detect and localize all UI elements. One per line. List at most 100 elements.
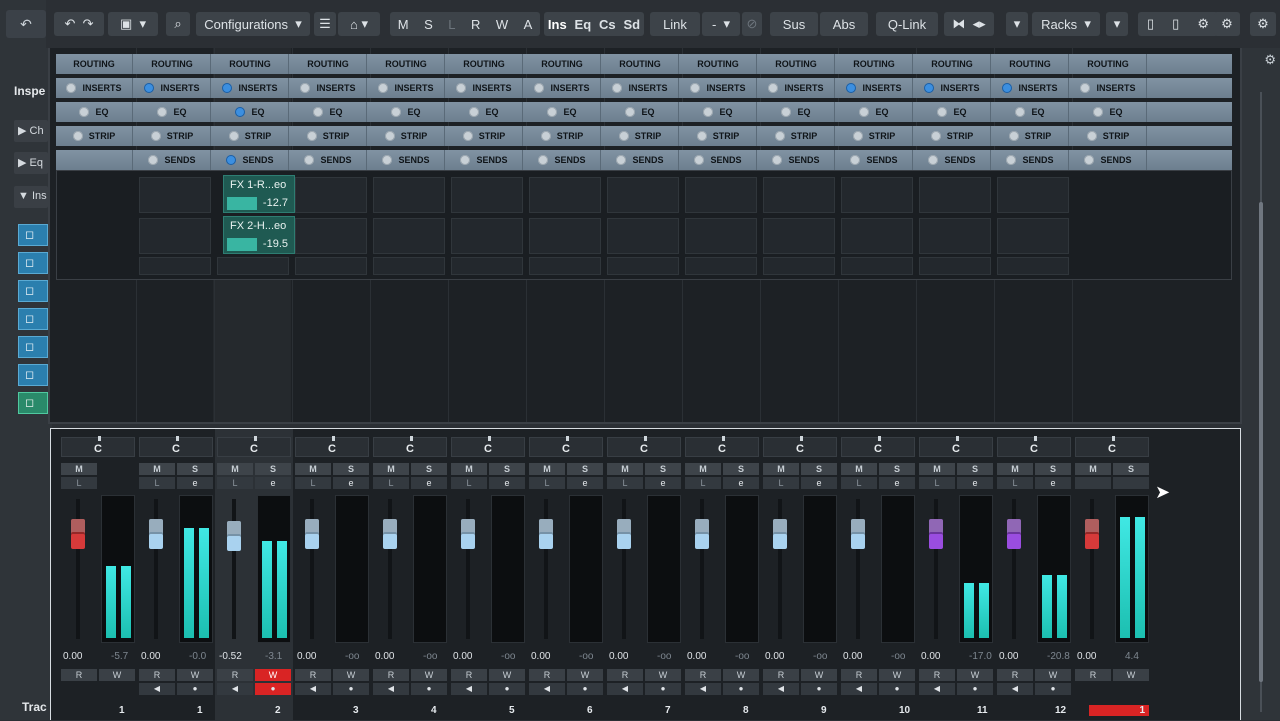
- pan-control[interactable]: C: [217, 436, 291, 457]
- eq-rack-toggle[interactable]: EQ: [56, 102, 133, 122]
- inserts-rack-toggle[interactable]: INSERTS: [680, 78, 757, 98]
- edit-channel-button[interactable]: e: [255, 477, 291, 489]
- monitor-icon[interactable]: ◀: [295, 683, 331, 695]
- routing-rack-toggle[interactable]: ROUTING: [446, 54, 523, 74]
- peak-value[interactable]: -20.8: [1047, 651, 1070, 662]
- sends-rack-toggle[interactable]: SENDS: [446, 150, 523, 170]
- peak-value[interactable]: -oo: [345, 651, 359, 662]
- write-automation-button[interactable]: W: [489, 669, 525, 681]
- volume-value[interactable]: 0.00: [609, 651, 628, 662]
- routing-rack-toggle[interactable]: ROUTING: [914, 54, 991, 74]
- eq-rack-toggle[interactable]: EQ: [134, 102, 211, 122]
- peak-value[interactable]: -5.7: [111, 651, 128, 662]
- listen-button[interactable]: [1075, 477, 1111, 489]
- monitor-icon[interactable]: ◀: [217, 683, 253, 695]
- edit-channel-button[interactable]: e: [645, 477, 681, 489]
- rack-enable-dot[interactable]: [694, 155, 705, 165]
- link-button[interactable]: Link: [650, 12, 700, 36]
- strip-rack-toggle[interactable]: STRIP: [134, 126, 211, 146]
- write-automation-button[interactable]: W: [177, 669, 213, 681]
- pan-control[interactable]: C: [841, 436, 915, 457]
- volume-fader[interactable]: [383, 519, 397, 549]
- peak-value[interactable]: -17.0: [969, 651, 992, 662]
- read-automation-button[interactable]: R: [373, 669, 409, 681]
- listen-button[interactable]: L: [685, 477, 721, 489]
- write-automation-button[interactable]: W: [99, 669, 135, 681]
- send-slot-empty[interactable]: [841, 257, 913, 275]
- read-automation-button[interactable]: R: [295, 669, 331, 681]
- volume-value[interactable]: 0.00: [1077, 651, 1096, 662]
- send-slot-empty[interactable]: [763, 177, 835, 213]
- rack-enable-dot[interactable]: [79, 107, 90, 117]
- write-automation-button[interactable]: W: [879, 669, 915, 681]
- record-enable-icon[interactable]: ●: [801, 683, 837, 695]
- suspend-button[interactable]: Sus: [770, 12, 818, 36]
- eq-rack-toggle[interactable]: EQ: [446, 102, 523, 122]
- right-zone-icon[interactable]: ▯: [1172, 16, 1179, 32]
- edit-channel-button[interactable]: e: [177, 477, 213, 489]
- routing-rack-toggle[interactable]: ROUTING: [1070, 54, 1147, 74]
- read-automation-button[interactable]: R: [1075, 669, 1111, 681]
- routing-rack-toggle[interactable]: ROUTING: [758, 54, 835, 74]
- listen-button[interactable]: L: [295, 477, 331, 489]
- rack-enable-dot[interactable]: [391, 107, 402, 117]
- listen-button[interactable]: L: [61, 477, 97, 489]
- write-automation-button[interactable]: W: [333, 669, 369, 681]
- eq-rack-toggle[interactable]: EQ: [290, 102, 367, 122]
- solo-button[interactable]: S: [1113, 463, 1149, 475]
- mute-button[interactable]: M: [139, 463, 175, 475]
- show-strip-button[interactable]: Cs: [599, 17, 616, 32]
- volume-fader[interactable]: [71, 519, 85, 549]
- inspector-slot[interactable]: ◻: [18, 392, 48, 414]
- send-slot-empty[interactable]: [685, 218, 757, 254]
- rack-enable-dot[interactable]: [226, 155, 237, 165]
- send-slot-empty[interactable]: [373, 257, 445, 275]
- write-automation-button[interactable]: W: [801, 669, 837, 681]
- send-slot-empty[interactable]: [529, 177, 601, 213]
- snapshot-button[interactable]: ▣ ▾: [108, 12, 158, 36]
- pan-control[interactable]: C: [685, 436, 759, 457]
- routing-rack-toggle[interactable]: ROUTING: [56, 54, 133, 74]
- expand-icon[interactable]: ◂▸: [973, 16, 986, 32]
- volume-value[interactable]: 0.00: [843, 651, 862, 662]
- listen-button[interactable]: L: [919, 477, 955, 489]
- rack-enable-dot[interactable]: [696, 131, 707, 141]
- window-gear-icon[interactable]: ⚙: [1250, 12, 1276, 36]
- volume-value[interactable]: 0.00: [687, 651, 706, 662]
- mute-button[interactable]: M: [529, 463, 565, 475]
- configurations-dropdown[interactable]: Configurations ▾: [196, 12, 310, 36]
- inserts-rack-toggle[interactable]: INSERTS: [758, 78, 835, 98]
- global-listen-button[interactable]: L: [448, 17, 455, 32]
- send-slot-empty[interactable]: [763, 218, 835, 254]
- send-slot-active[interactable]: FX 1-R...eo -12.7: [223, 175, 295, 213]
- eq-rack-toggle[interactable]: EQ: [212, 102, 289, 122]
- undo-redo-buttons[interactable]: ↶ ↷: [54, 12, 104, 36]
- listen-button[interactable]: L: [529, 477, 565, 489]
- pan-control[interactable]: C: [607, 436, 681, 457]
- link-mode-dropdown[interactable]: - ▾: [702, 12, 740, 36]
- peak-value[interactable]: -oo: [579, 651, 593, 662]
- solo-button[interactable]: S: [489, 463, 525, 475]
- edit-button[interactable]: [1113, 477, 1149, 489]
- channel-type-filter[interactable]: ⌂ ▾: [338, 12, 380, 36]
- strip-rack-toggle[interactable]: STRIP: [992, 126, 1069, 146]
- pan-control[interactable]: C: [997, 436, 1071, 457]
- pan-control[interactable]: C: [919, 436, 993, 457]
- write-automation-button[interactable]: W: [1035, 669, 1071, 681]
- record-enable-icon[interactable]: ●: [567, 683, 603, 695]
- rack-enable-dot[interactable]: [144, 83, 155, 93]
- rack-enable-dot[interactable]: [852, 131, 863, 141]
- rack-enable-dot[interactable]: [469, 107, 480, 117]
- rack-enable-dot[interactable]: [703, 107, 714, 117]
- record-enable-icon[interactable]: ●: [1035, 683, 1071, 695]
- global-mute-button[interactable]: M: [398, 17, 409, 32]
- left-zone-icon[interactable]: ▯: [1147, 16, 1154, 32]
- sends-rack-toggle[interactable]: SENDS: [680, 150, 757, 170]
- solo-button[interactable]: S: [1035, 463, 1071, 475]
- rack-enable-dot[interactable]: [781, 107, 792, 117]
- pan-control[interactable]: C: [61, 436, 135, 457]
- mute-button[interactable]: M: [295, 463, 331, 475]
- inserts-rack-toggle[interactable]: INSERTS: [524, 78, 601, 98]
- volume-value[interactable]: 0.00: [765, 651, 784, 662]
- routing-rack-toggle[interactable]: ROUTING: [602, 54, 679, 74]
